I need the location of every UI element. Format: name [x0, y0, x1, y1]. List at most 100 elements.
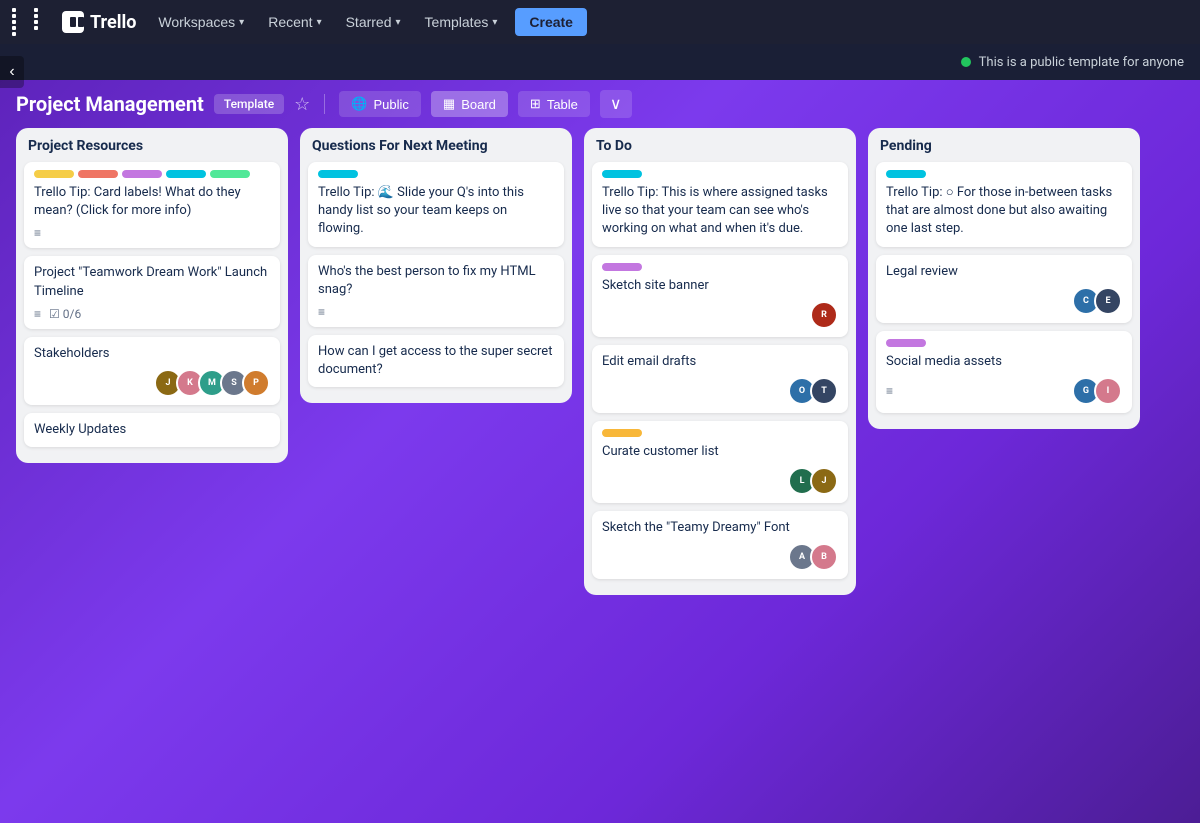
card-card-social-media[interactable]: Social media assets ≡ GI	[876, 331, 1132, 413]
card-meta: LJ	[602, 467, 838, 495]
card-card-curate-customer[interactable]: Curate customer list LJ	[592, 421, 848, 503]
card-card-weekly-updates[interactable]: Weekly Updates	[24, 413, 280, 447]
card-label	[886, 339, 926, 347]
card-label	[210, 170, 250, 178]
card-card-edit-email[interactable]: Edit email drafts OT	[592, 345, 848, 413]
card-text: Who's the best person to fix my HTML sna…	[318, 263, 554, 299]
topnav: Trello Workspaces ▾ Recent ▾ Starred ▾ T…	[0, 0, 1200, 44]
card-avatars: R	[810, 301, 838, 329]
card-text: Stakeholders	[34, 345, 270, 363]
trello-logo[interactable]: Trello	[62, 11, 136, 33]
table-view-button[interactable]: ⊞ Table	[518, 91, 590, 117]
card-avatars: AB	[788, 543, 838, 571]
card-card-launch-timeline[interactable]: Project "Teamwork Dream Work" Launch Tim…	[24, 256, 280, 328]
card-labels	[602, 170, 838, 178]
list-questions-next-meeting: Questions For Next Meeting Trello Tip: 🌊 …	[300, 128, 572, 403]
card-label	[122, 170, 162, 178]
avatar: J	[810, 467, 838, 495]
card-label	[78, 170, 118, 178]
avatar: B	[810, 543, 838, 571]
card-card-tip-slide[interactable]: Trello Tip: 🌊 Slide your Q's into this h…	[308, 162, 564, 247]
card-text: Social media assets	[886, 353, 1122, 371]
list-project-resources: Project ResourcesTrello Tip: Card labels…	[16, 128, 288, 463]
green-dot-icon	[961, 57, 971, 67]
card-card-legal-review[interactable]: Legal review CE	[876, 255, 1132, 323]
card-label	[886, 170, 926, 178]
card-text: How can I get access to the super secret…	[318, 343, 554, 379]
card-card-tip-labels[interactable]: Trello Tip: Card labels! What do they me…	[24, 162, 280, 248]
card-labels	[886, 339, 1122, 347]
logo-icon	[62, 11, 84, 33]
list-pending: Pending Trello Tip: ○ For those in-betwee…	[868, 128, 1140, 429]
announce-text: This is a public template for anyone	[979, 55, 1184, 70]
templates-button[interactable]: Templates ▾	[415, 8, 508, 36]
description-icon: ≡	[34, 307, 41, 321]
card-label	[602, 429, 642, 437]
star-button[interactable]: ☆	[294, 94, 310, 115]
create-button[interactable]: Create	[515, 8, 587, 36]
checklist-icon: ☑ 0/6	[49, 307, 81, 321]
list-header: To Do	[584, 128, 856, 162]
chevron-down-icon: ▾	[239, 17, 244, 28]
card-card-stakeholders[interactable]: Stakeholders JKMSP	[24, 337, 280, 405]
grid-icon[interactable]	[8, 4, 58, 40]
card-card-tip-tasks[interactable]: Trello Tip: This is where assigned tasks…	[592, 162, 848, 247]
card-label	[602, 263, 642, 271]
card-labels	[318, 170, 554, 178]
card-labels	[602, 429, 838, 437]
card-label	[602, 170, 642, 178]
avatar: R	[810, 301, 838, 329]
starred-button[interactable]: Starred ▾	[336, 8, 411, 36]
recent-button[interactable]: Recent ▾	[258, 8, 331, 36]
card-avatars: LJ	[788, 467, 838, 495]
back-button[interactable]: ‹	[0, 56, 24, 88]
avatar: P	[242, 369, 270, 397]
card-avatars: GI	[1072, 377, 1122, 405]
avatar: I	[1094, 377, 1122, 405]
board-view-button[interactable]: ▦ Board	[431, 91, 508, 117]
list-header: Pending	[868, 128, 1140, 162]
card-text: Sketch site banner	[602, 277, 838, 295]
card-text: Curate customer list	[602, 443, 838, 461]
chevron-down-icon: ▾	[317, 17, 322, 28]
card-meta: ≡ ☑ 0/6	[34, 307, 270, 321]
description-icon: ≡	[886, 384, 893, 398]
card-text: Trello Tip: This is where assigned tasks…	[602, 184, 838, 239]
card-avatars: CE	[1072, 287, 1122, 315]
card-text: Trello Tip: 🌊 Slide your Q's into this h…	[318, 184, 554, 239]
card-text: Legal review	[886, 263, 1122, 281]
card-labels	[34, 170, 270, 178]
workspaces-button[interactable]: Workspaces ▾	[148, 8, 254, 36]
card-text: Trello Tip: ○ For those in-between tasks…	[886, 184, 1122, 239]
globe-icon: 🌐	[351, 96, 367, 112]
table-icon: ⊞	[530, 96, 541, 112]
card-labels	[886, 170, 1122, 178]
description-icon: ≡	[318, 305, 325, 319]
card-meta: ≡ GI	[886, 377, 1122, 405]
board-header: Project Management Template ☆ 🌐 Public ▦…	[0, 80, 1200, 128]
description-icon: ≡	[34, 226, 41, 240]
list-header: Questions For Next Meeting	[300, 128, 572, 162]
card-meta: JKMSP	[34, 369, 270, 397]
more-options-button[interactable]: ∨	[600, 90, 632, 118]
list-to-do: To Do Trello Tip: This is where assigned …	[584, 128, 856, 595]
chevron-down-icon: ▾	[396, 17, 401, 28]
card-meta: ≡	[318, 305, 554, 319]
card-card-html-snag[interactable]: Who's the best person to fix my HTML sna…	[308, 255, 564, 327]
card-meta: OT	[602, 377, 838, 405]
card-card-secret-doc[interactable]: How can I get access to the super secret…	[308, 335, 564, 387]
card-labels	[602, 263, 838, 271]
board-icon: ▦	[443, 96, 455, 112]
card-label	[34, 170, 74, 178]
card-label	[318, 170, 358, 178]
announce-bar: This is a public template for anyone	[0, 44, 1200, 80]
card-card-sketch-banner[interactable]: Sketch site banner R	[592, 255, 848, 337]
board-content: Project ResourcesTrello Tip: Card labels…	[0, 128, 1200, 611]
card-text: Project "Teamwork Dream Work" Launch Tim…	[34, 264, 270, 300]
public-button[interactable]: 🌐 Public	[339, 91, 421, 117]
card-avatars: OT	[788, 377, 838, 405]
card-card-tip-inbetween[interactable]: Trello Tip: ○ For those in-between tasks…	[876, 162, 1132, 247]
list-header: Project Resources	[16, 128, 288, 162]
card-card-sketch-font[interactable]: Sketch the "Teamy Dreamy" FontAB	[592, 511, 848, 579]
card-text: Edit email drafts	[602, 353, 838, 371]
